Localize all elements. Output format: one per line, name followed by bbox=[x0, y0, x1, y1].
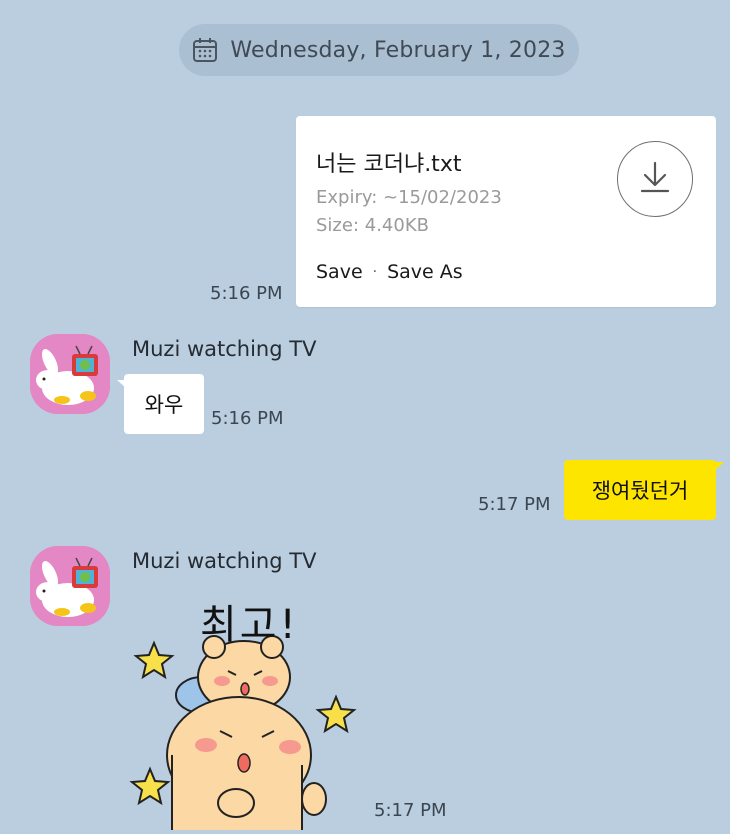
save-button[interactable]: Save bbox=[316, 261, 363, 283]
message-time: 5:17 PM bbox=[374, 800, 447, 821]
file-message-card[interactable]: 너는 코더냐.txt Expiry: ~15/02/2023 Size: 4.4… bbox=[296, 116, 716, 307]
message-text: 쟁여뒀던거 bbox=[591, 479, 689, 503]
date-divider: Wednesday, February 1, 2023 bbox=[179, 24, 579, 76]
date-text: Wednesday, February 1, 2023 bbox=[230, 37, 566, 63]
download-button[interactable] bbox=[617, 141, 693, 217]
file-size: Size: 4.40KB bbox=[316, 215, 429, 236]
file-expiry: Expiry: ~15/02/2023 bbox=[316, 187, 502, 208]
file-actions: Save · Save As bbox=[316, 261, 463, 283]
message-time: 5:16 PM bbox=[210, 283, 283, 304]
calendar-icon bbox=[192, 37, 218, 63]
file-name: 너는 코더냐.txt bbox=[316, 152, 462, 177]
avatar[interactable] bbox=[30, 334, 110, 414]
message-bubble[interactable]: 와우 bbox=[117, 374, 204, 434]
sender-name: Muzi watching TV bbox=[132, 549, 317, 573]
save-as-button[interactable]: Save As bbox=[387, 261, 463, 283]
sticker-caption: 최고! bbox=[200, 602, 299, 648]
sender-name: Muzi watching TV bbox=[132, 337, 317, 361]
avatar[interactable] bbox=[30, 546, 110, 626]
message-time: 5:16 PM bbox=[211, 408, 284, 429]
message-bubble[interactable]: 쟁여뒀던거 bbox=[564, 460, 724, 520]
action-separator: · bbox=[372, 264, 378, 280]
message-time: 5:17 PM bbox=[478, 494, 551, 515]
message-text: 와우 bbox=[144, 393, 184, 417]
download-icon bbox=[635, 157, 675, 201]
